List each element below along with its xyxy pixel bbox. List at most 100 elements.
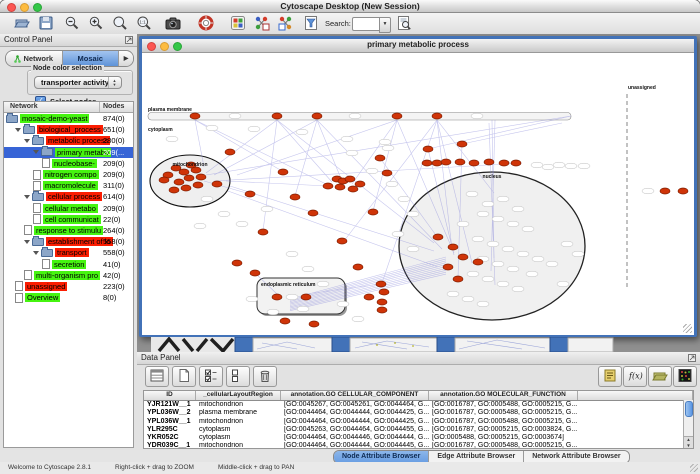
open-icon[interactable] [12, 14, 32, 32]
delete-attribute-icon[interactable] [253, 366, 277, 387]
table-cell[interactable]: [GO:0005488, GO:0005215, GO:0003674] [429, 434, 578, 442]
scrollbar-thumb[interactable] [685, 401, 693, 417]
table-row[interactable]: YKR052Ccytoplasm[GO:0044464, GO:0044446,… [144, 434, 693, 442]
tree-row-label[interactable]: macromolecule [43, 181, 98, 190]
network-canvas[interactable]: plasma membranecytoplasmmitochondrionnuc… [142, 53, 694, 335]
column-header[interactable]: annotation.GO MOLECULAR_FUNCTION [429, 391, 578, 400]
float-panel-icon[interactable] [125, 36, 133, 44]
disclosure-triangle-icon[interactable] [33, 150, 39, 154]
table-cell[interactable]: [GO:0044464, GO:0044444, GO:0044425, G..… [281, 409, 429, 417]
column-header[interactable]: ID [144, 391, 196, 400]
tree-row[interactable]: cellular metabo209(0) [4, 203, 133, 214]
tree-row-label[interactable]: secretion [52, 260, 86, 269]
unselect-all-attributes-icon[interactable] [226, 366, 250, 387]
tree-row-label[interactable]: mosaic-demo-yeast [20, 114, 89, 123]
disclosure-triangle-icon[interactable] [33, 251, 39, 255]
tab-overflow-arrow-icon[interactable]: ▶ [119, 51, 133, 66]
tree-row[interactable]: cellular process614(0) [4, 191, 133, 202]
table-cell[interactable]: [GO:0016787, GO:0005488, GO:0005215, G..… [429, 442, 578, 449]
disclosure-triangle-icon[interactable] [24, 240, 30, 244]
tree-row[interactable]: primary metabo209(... [4, 147, 133, 158]
table-cell[interactable]: YKR052C [144, 434, 196, 442]
tree-row[interactable]: cell communicat22(0) [4, 214, 133, 225]
table-cell[interactable]: YPL036W__1 [144, 418, 196, 426]
save-icon[interactable] [36, 14, 56, 32]
tree-row-label[interactable]: response to stimulu [34, 226, 103, 235]
scrollbar-arrows-icon[interactable]: ▲▼ [684, 436, 693, 449]
tree-row[interactable]: unassigned223(0) [4, 281, 133, 292]
tree-row[interactable]: macromolecule311(0) [4, 180, 133, 191]
tree-row[interactable]: nitrogen compo209(0) [4, 169, 133, 180]
table-row[interactable]: YJR121W__1mitochondrion[GO:0045267, GO:0… [144, 401, 693, 409]
zoom-out-icon[interactable] [62, 14, 82, 32]
tree-column-network[interactable]: Network [10, 103, 38, 110]
table-row[interactable]: YDR039C__1mitochondrion[GO:0044464, GO:0… [144, 442, 693, 449]
table-cell[interactable]: [GO:0045267, GO:0045261, GO:0044464, G..… [281, 401, 429, 409]
tree-row[interactable]: nucleobase-209(0) [4, 158, 133, 169]
tree-row-label[interactable]: nucleobase- [52, 159, 97, 168]
window-titlebar[interactable]: Cytoscape Desktop (New Session) [0, 0, 700, 13]
table-cell[interactable]: mitochondrion [196, 418, 281, 426]
tree-row-label[interactable]: transport [55, 248, 89, 257]
table-cell[interactable]: mitochondrion [196, 442, 281, 449]
zoom-fit-icon[interactable]: 1:1 [134, 14, 154, 32]
network-overlay-a-icon[interactable] [252, 14, 272, 32]
vizmapper-icon[interactable] [228, 14, 248, 32]
tree-row-label[interactable]: nitrogen compo [43, 170, 99, 179]
table-row[interactable]: YPL036W__1mitochondrion[GO:0044464, GO:0… [144, 418, 693, 426]
table-cell[interactable]: YLR295C [144, 426, 196, 434]
background-windows-strip[interactable] [137, 337, 700, 352]
table-cell[interactable]: cytoplasm [196, 426, 281, 434]
table-cell[interactable]: YPL036W__2 [144, 409, 196, 417]
table-cell[interactable]: [GO:0044464, GO:0044446, GO:0044444, G..… [281, 434, 429, 442]
tree-row-label[interactable]: biological_process [37, 125, 103, 134]
tree-column-nodes[interactable]: Nodes [103, 103, 124, 110]
float-data-panel-icon[interactable] [688, 354, 696, 362]
tree-row[interactable]: metabolic process280(0) [4, 135, 133, 146]
disclosure-triangle-icon[interactable] [24, 195, 30, 199]
tree-row-label[interactable]: metabolic process [46, 136, 110, 145]
zoom-selected-icon[interactable] [110, 14, 130, 32]
tree-row-label[interactable]: cellular metabo [43, 204, 98, 213]
table-cell[interactable]: cytoplasm [196, 434, 281, 442]
search-dropdown-icon[interactable]: ▼ [379, 17, 391, 33]
table-cell[interactable]: plasma membrane [196, 409, 281, 417]
zoom-in-icon[interactable] [86, 14, 106, 32]
tree-row-label[interactable]: multi-organism pro [34, 271, 100, 280]
table-cell[interactable]: [GO:0016787, GO:0005215, GO:0003824, G..… [429, 426, 578, 434]
table-cell[interactable]: mitochondrion [196, 401, 281, 409]
network-view-titlebar[interactable]: primary metabolic process [142, 39, 694, 53]
filter-icon[interactable] [301, 14, 321, 32]
tree-row[interactable]: transport558(0) [4, 247, 133, 258]
tree-row[interactable]: biological_process651(0) [4, 124, 133, 135]
tree-row[interactable]: secretion41(0) [4, 258, 133, 269]
window-resize-grip-icon[interactable] [690, 464, 698, 472]
table-cell[interactable]: [GO:0016787, GO:0005488, GO:0005215, G..… [429, 418, 578, 426]
table-cell[interactable]: [GO:0044464, GO:0044444, GO:0044445, G..… [281, 442, 429, 449]
network-overlay-b-icon[interactable] [276, 14, 296, 32]
resize-grip-icon[interactable] [683, 324, 692, 333]
table-scrollbar[interactable]: ▲▼ [683, 400, 693, 449]
table-row[interactable]: YPL036W__2plasma membrane[GO:0044464, GO… [144, 409, 693, 417]
new-attribute-icon[interactable] [172, 366, 196, 387]
table-cell[interactable]: [GO:0045263, GO:0044464, GO:0044455, G..… [281, 426, 429, 434]
table-cell[interactable]: [GO:0016787, GO:0005488, GO:0005215, G..… [429, 401, 578, 409]
tree-row-label[interactable]: unassigned [25, 282, 67, 291]
help-icon[interactable] [196, 14, 216, 32]
tree-row[interactable]: response to stimulu264(0) [4, 225, 133, 236]
tree-row-label[interactable]: cellular process [46, 192, 102, 201]
table-cell[interactable]: [GO:0044464, GO:0044444, GO:0044425, G..… [281, 418, 429, 426]
snapshot-icon[interactable] [163, 14, 183, 32]
table-cell[interactable]: YDR039C__1 [144, 442, 196, 449]
tree-row[interactable]: Overview8(0) [4, 292, 133, 303]
matrix-icon[interactable] [673, 366, 697, 387]
network-graph[interactable]: plasma membranecytoplasmmitochondrionnuc… [142, 53, 694, 335]
attribute-select-icon[interactable] [145, 366, 169, 387]
column-header[interactable]: _cellularLayoutRegion [196, 391, 281, 400]
tree-row-label[interactable]: cell communicat [43, 215, 101, 224]
node-color-dropdown[interactable]: transporter activity ▲▼ [34, 76, 122, 89]
label-icon[interactable] [598, 366, 622, 387]
tab-network[interactable]: Network [6, 51, 63, 66]
tree-row-label[interactable]: Overview [25, 293, 60, 302]
tab-mosaic[interactable]: Mosaic [63, 51, 120, 66]
